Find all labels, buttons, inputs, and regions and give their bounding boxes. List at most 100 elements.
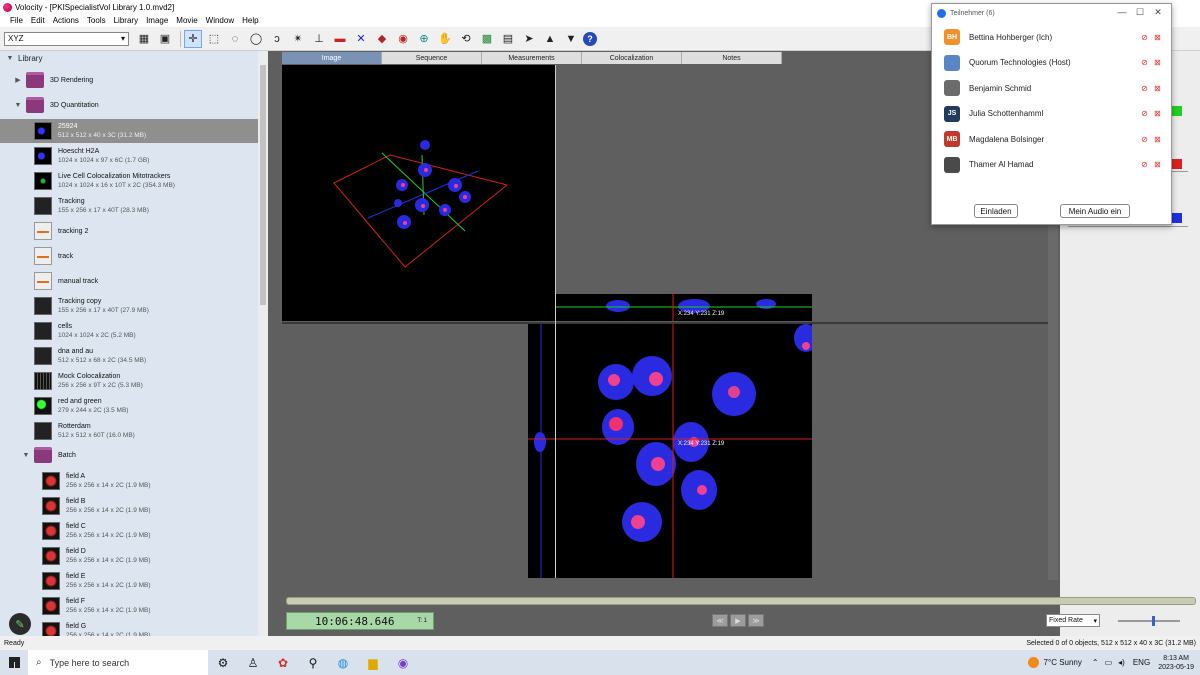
camera-off-icon[interactable]: ⊠ [1151, 109, 1164, 118]
camera-off-icon[interactable]: ⊠ [1151, 160, 1164, 169]
channel-swatch-green[interactable] [1172, 106, 1182, 116]
collapse-triangle-icon[interactable]: ▼ [22, 452, 30, 459]
invite-button[interactable]: Einladen [974, 204, 1018, 218]
batch-item[interactable]: field D 256 x 256 x 14 x 2C (1.9 MB) [0, 544, 268, 568]
library-item[interactable]: Live Cell Colocalization Mitotrackers 102… [0, 169, 268, 193]
menu-tools[interactable]: Tools [83, 16, 110, 25]
folder-3d-quantitation[interactable]: ▼ 3D Quantitation [14, 94, 268, 116]
participant-row[interactable]: Benjamin Schmid ⊘ ⊠ [944, 79, 1164, 97]
pencil-icon[interactable]: ✎ [9, 613, 31, 635]
settings-gear-icon[interactable]: ⚙ [208, 650, 238, 675]
expand-triangle-icon[interactable]: ▶ [14, 76, 22, 84]
tab-image[interactable]: Image [282, 52, 382, 64]
pan-hand-icon[interactable]: ✋ [436, 30, 454, 48]
text-color-icon[interactable]: ✕ [352, 30, 370, 48]
library-item[interactable]: Mock Colocalization 256 x 256 x 9T x 2C (… [0, 369, 268, 393]
library-item[interactable]: Hoescht H2A 1024 x 1024 x 97 x 6C (1.7 GB… [0, 144, 268, 168]
batch-item[interactable]: field A 256 x 256 x 14 x 2C (1.9 MB) [0, 469, 268, 493]
mic-muted-icon[interactable]: ⊘ [1138, 109, 1151, 118]
menu-window[interactable]: Window [202, 16, 238, 25]
view-mode-select[interactable]: XYZ ▾ [4, 31, 129, 46]
audio-on-button[interactable]: Mein Audio ein [1060, 204, 1130, 218]
library-item[interactable]: Tracking 155 x 256 x 17 x 40T (28.3 MB) [0, 194, 268, 218]
edge-browser-icon[interactable]: ◍ [328, 650, 358, 675]
layout-icon[interactable]: ▩ [478, 30, 496, 48]
folder-batch[interactable]: ▼ Batch [22, 444, 268, 466]
maximize-icon[interactable]: ☐ [1131, 7, 1149, 18]
magic-wand-icon[interactable]: ✴ [289, 30, 307, 48]
batch-item[interactable]: field F 256 x 256 x 14 x 2C (1.9 MB) [0, 594, 268, 618]
windows-start-icon[interactable] [0, 657, 28, 668]
rewind-icon[interactable]: ≪ [712, 614, 728, 627]
channel-swatch-blue[interactable] [1172, 213, 1182, 223]
stamp-icon[interactable]: ⊥ [310, 30, 328, 48]
scroll-thumb[interactable] [260, 65, 266, 305]
mic-muted-icon[interactable]: ⊘ [1138, 58, 1151, 67]
batch-item[interactable]: field C 256 x 256 x 14 x 2C (1.9 MB) [0, 519, 268, 543]
mic-muted-icon[interactable]: ⊘ [1138, 33, 1151, 42]
line-color-icon[interactable]: ▬ [331, 30, 349, 48]
library-item[interactable]: Rotterdam 512 x 512 x 60T (16.0 MB) [0, 419, 268, 443]
globe-app-icon[interactable]: ◉ [388, 650, 418, 675]
single-view-icon[interactable]: ▣ [156, 30, 174, 48]
eraser-icon[interactable]: ◆ [373, 30, 391, 48]
library-item[interactable]: cells 1024 x 1024 x 2C (5.2 MB) [0, 319, 268, 343]
file-explorer-icon[interactable]: ▆ [358, 650, 388, 675]
menu-actions[interactable]: Actions [49, 16, 83, 25]
participant-row[interactable]: Quorum Technologies (Host) ⊘ ⊠ [944, 54, 1164, 72]
viewport-divider[interactable] [555, 65, 556, 585]
viewport-divider[interactable] [282, 322, 1058, 324]
participant-row[interactable]: MB Magdalena Bolsinger ⊘ ⊠ [944, 130, 1164, 148]
viewport-xy[interactable]: X:234 Y:231 Z:19 [556, 324, 818, 578]
taskbar-search[interactable]: ⌕ Type here to search [28, 650, 208, 675]
batch-item[interactable]: field G 256 x 256 x 14 x 2C (1.9 MB) [0, 619, 268, 636]
crosshair-tool-icon[interactable]: ✛ [184, 29, 202, 48]
participant-row[interactable]: JS Julia Schottenhamml ⊘ ⊠ [944, 105, 1164, 123]
freehand-select-icon[interactable]: ◌ [226, 30, 244, 48]
batch-item[interactable]: field B 256 x 256 x 14 x 2C (1.9 MB) [0, 494, 268, 518]
sidebar-scrollbar[interactable] [258, 51, 268, 636]
collapse-triangle-icon[interactable]: ▼ [14, 102, 22, 109]
keyboard-language[interactable]: ENG [1133, 658, 1150, 667]
menu-file[interactable]: File [6, 16, 27, 25]
lips-icon[interactable]: ◉ [394, 30, 412, 48]
playback-rate-select[interactable]: Fixed Rate ▾ [1046, 614, 1100, 627]
batch-item[interactable]: field E 256 x 256 x 14 x 2C (1.9 MB) [0, 569, 268, 593]
camera-off-icon[interactable]: ⊠ [1151, 58, 1164, 67]
viewer-hscrollbar[interactable] [282, 578, 1058, 587]
play-icon[interactable]: ▶ [730, 614, 746, 627]
menu-image[interactable]: Image [142, 16, 172, 25]
mic-muted-icon[interactable]: ⊘ [1138, 135, 1151, 144]
microscope-alt-icon[interactable]: ⚲ [298, 650, 328, 675]
taskbar-clock[interactable]: 8:13 AM 2023-05-19 [1158, 654, 1194, 672]
arrow-icon[interactable]: ➤ [520, 30, 538, 48]
library-item[interactable]: red and green 279 x 244 x 2C (3.5 MB) [0, 394, 268, 418]
camera-off-icon[interactable]: ⊠ [1151, 84, 1164, 93]
tab-measurements[interactable]: Measurements [482, 52, 582, 64]
forward-icon[interactable]: ≫ [748, 614, 764, 627]
mic-muted-icon[interactable]: ⊘ [1138, 160, 1151, 169]
menu-edit[interactable]: Edit [27, 16, 49, 25]
triangle-up-icon[interactable]: ▲ [541, 30, 559, 48]
rect-select-icon[interactable]: ⬚ [205, 30, 223, 48]
menu-help[interactable]: Help [238, 16, 262, 25]
grid-view-icon[interactable]: ▦ [135, 30, 153, 48]
network-icon[interactable]: ▭ [1105, 658, 1113, 667]
weather-text[interactable]: 7°C Sunny [1044, 658, 1082, 667]
mic-muted-icon[interactable]: ⊘ [1138, 84, 1151, 93]
library-item[interactable]: manual track [0, 269, 268, 293]
library-item[interactable]: 25924 512 x 512 x 40 x 3C (31.2 MB) [0, 119, 268, 143]
library-item[interactable]: Tracking copy 155 x 256 x 17 x 40T (27.9 … [0, 294, 268, 318]
microscope-icon[interactable]: ♙ [238, 650, 268, 675]
library-header[interactable]: ▼ Library [0, 51, 268, 65]
tab-notes[interactable]: Notes [682, 52, 782, 64]
camera-off-icon[interactable]: ⊠ [1151, 33, 1164, 42]
zoom-icon[interactable]: ⊕ [415, 30, 433, 48]
ellipse-select-icon[interactable]: ◯ [247, 30, 265, 48]
library-item[interactable]: tracking 2 [0, 219, 268, 243]
tab-sequence[interactable]: Sequence [382, 52, 482, 64]
volume-icon[interactable]: ◂) [1118, 658, 1125, 667]
library-item[interactable]: dna and au 512 x 512 x 68 x 2C (34.5 MB) [0, 344, 268, 368]
snapshot-icon[interactable]: ▤ [499, 30, 517, 48]
slider-knob[interactable] [1152, 616, 1155, 626]
